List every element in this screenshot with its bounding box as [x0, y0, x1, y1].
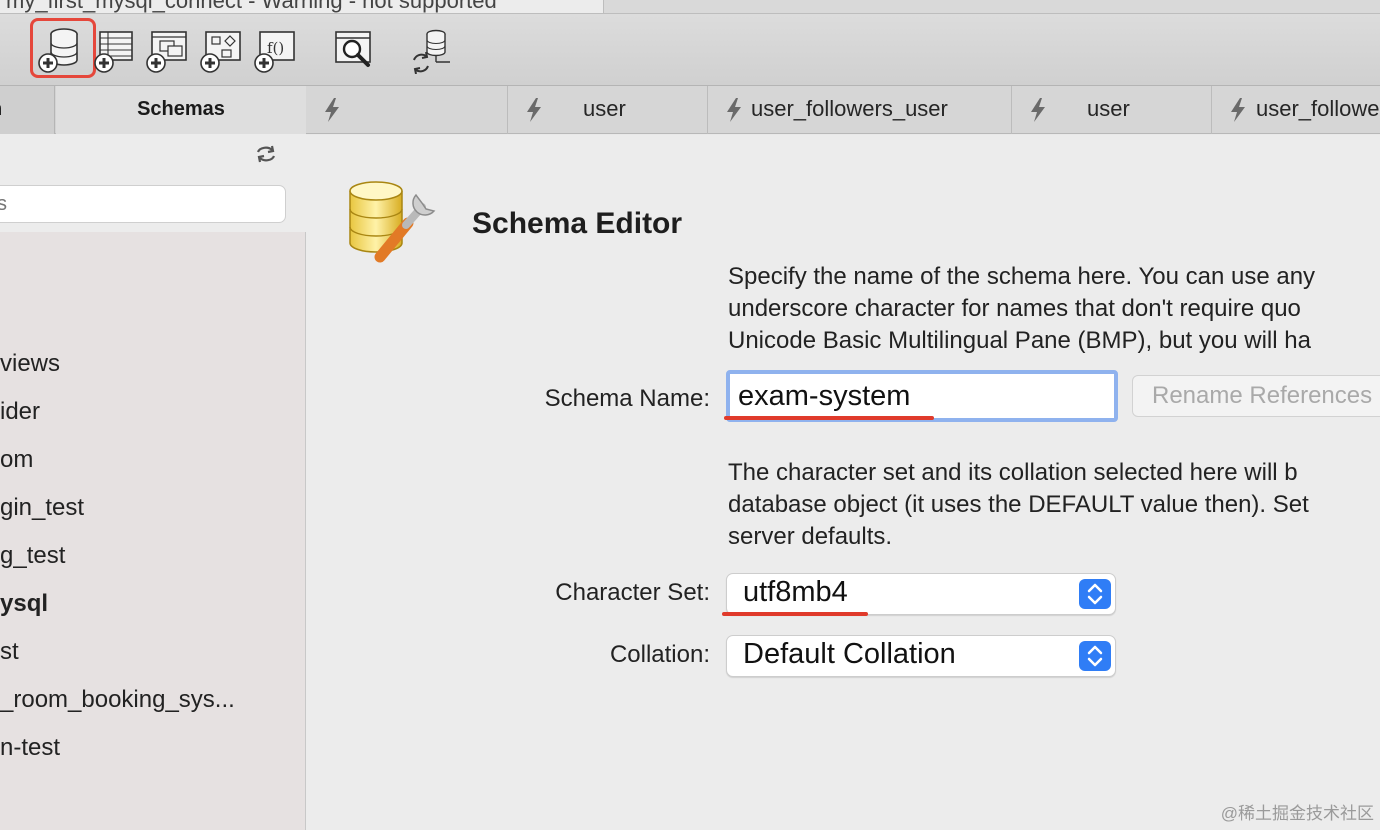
- editor-tab-label: user: [1087, 96, 1130, 121]
- schema-item-g-test[interactable]: g_test: [0, 542, 65, 578]
- new-schema-button[interactable]: [38, 26, 86, 74]
- charset-stepper-icon: [1079, 579, 1111, 609]
- inspector-button[interactable]: [332, 26, 380, 74]
- tab-schemas-label: Schemas: [137, 98, 225, 120]
- schema-item-label: ysql: [0, 590, 49, 617]
- new-function-icon: f(): [254, 31, 295, 73]
- connection-tab[interactable]: my_first_mysql_connect - Warning - not s…: [0, 0, 604, 13]
- editor-tab-label: user: [583, 96, 626, 121]
- new-view-button[interactable]: [146, 26, 194, 74]
- schema-name-field: [726, 370, 1118, 422]
- watermark: @稀土掘金技术社区: [1220, 804, 1374, 823]
- schema-filter-input[interactable]: [0, 186, 285, 222]
- schema-item-label: st: [0, 638, 19, 665]
- description-line: database object (it uses the DEFAULT val…: [728, 491, 1309, 518]
- schema-item-mysql[interactable]: ysql: [0, 590, 48, 626]
- new-procedure-button[interactable]: [200, 26, 248, 74]
- schema-name-input[interactable]: [730, 374, 1114, 418]
- main-toolbar: f(): [0, 14, 1380, 86]
- inspector-icon: [335, 31, 371, 67]
- collation-select[interactable]: Default Collation: [726, 635, 1116, 677]
- description-line: Specify the name of the schema here. You…: [728, 263, 1316, 290]
- lightning-icon: [727, 98, 741, 122]
- description-line: The character set and its collation sele…: [728, 459, 1298, 486]
- editor-title: Schema Editor: [472, 207, 683, 240]
- schema-item-ider[interactable]: ider: [0, 398, 40, 434]
- schema-name-label: Schema Name:: [544, 385, 710, 412]
- reconnect-icon: [413, 29, 450, 74]
- collation-stepper-icon: [1079, 641, 1111, 671]
- new-table-button[interactable]: [94, 26, 142, 74]
- charset-annotation: [722, 612, 868, 616]
- charset-label: Character Set:: [555, 579, 710, 606]
- schema-item-st[interactable]: st: [0, 638, 19, 674]
- editor-tab-user[interactable]: user: [508, 86, 708, 134]
- new-table-icon: [94, 31, 133, 73]
- sidebar-tabs: n Schemas: [0, 86, 306, 134]
- new-procedure-icon: [200, 31, 241, 73]
- schema-item-label: n-test: [0, 734, 61, 761]
- description-line: Unicode Basic Multilingual Pane (BMP), b…: [728, 327, 1311, 354]
- collation-label: Collation:: [609, 641, 710, 668]
- schema-item-label: _room_booking_sys...: [0, 686, 235, 713]
- window-title-bar: my_first_mysql_connect - Warning - not s…: [0, 0, 1380, 14]
- new-function-button[interactable]: f(): [254, 26, 302, 74]
- schema-item-om[interactable]: om: [0, 446, 33, 482]
- tab-schemas[interactable]: Schemas: [56, 86, 306, 134]
- editor-tab-label: user_followe: [1256, 96, 1380, 121]
- schema-item-label: gin_test: [0, 494, 85, 521]
- sidebar: n Schemas views ider om gin_test g_test …: [0, 86, 306, 830]
- charset-select[interactable]: utf8mb4: [726, 573, 1116, 615]
- lightning-icon: [1231, 98, 1245, 122]
- schema-item-views[interactable]: views: [0, 350, 60, 386]
- new-schema-icon: [38, 28, 78, 73]
- connection-tab-label: my_first_mysql_connect - Warning - not s…: [6, 0, 497, 13]
- schema-item-label: om: [0, 446, 34, 473]
- tab-administration[interactable]: n: [0, 86, 55, 134]
- description-line: underscore character for names that don'…: [728, 295, 1301, 322]
- svg-text:f(): f(): [267, 39, 284, 57]
- schema-editor-icon: [349, 181, 436, 263]
- description-line: server defaults.: [728, 523, 893, 550]
- schema-name-annotation: [724, 416, 934, 420]
- schema-item-label: ider: [0, 398, 41, 425]
- lightning-icon: [527, 98, 541, 122]
- charset-description: The character set and its collation sele…: [728, 457, 1380, 553]
- editor-tab-query[interactable]: [306, 86, 508, 134]
- collation-value: Default Collation: [743, 638, 956, 670]
- reconnect-button[interactable]: [408, 26, 456, 74]
- charset-value: utf8mb4: [743, 576, 848, 608]
- schema-editor-panel: Schema Editor Specify the name of the sc…: [306, 135, 1380, 830]
- tab-administration-label: n: [0, 98, 2, 121]
- new-view-icon: [146, 31, 187, 73]
- refresh-icon[interactable]: [254, 144, 278, 164]
- lightning-icon: [1031, 98, 1045, 122]
- editor-tab-bar: user user_followers_user user user_follo…: [306, 86, 1380, 134]
- rename-references-button[interactable]: Rename References: [1132, 375, 1380, 417]
- editor-tab-user-followers-2[interactable]: user_followe: [1212, 86, 1380, 134]
- schema-name-description: Specify the name of the schema here. You…: [728, 261, 1380, 357]
- editor-tab-label: user_followers_user: [751, 96, 948, 121]
- schema-filter-box: [0, 185, 286, 223]
- editor-tab-user-2[interactable]: user: [1012, 86, 1212, 134]
- sidebar-header: [0, 134, 306, 232]
- schema-item-n-test[interactable]: n-test: [0, 734, 60, 770]
- schema-item-room-booking[interactable]: _room_booking_sys...: [0, 686, 235, 722]
- schema-item-label: views: [0, 350, 61, 377]
- lightning-icon: [325, 98, 339, 122]
- schema-item-gin-test[interactable]: gin_test: [0, 494, 84, 530]
- schema-item-label: g_test: [0, 542, 66, 569]
- editor-tab-user-followers-user[interactable]: user_followers_user: [708, 86, 1012, 134]
